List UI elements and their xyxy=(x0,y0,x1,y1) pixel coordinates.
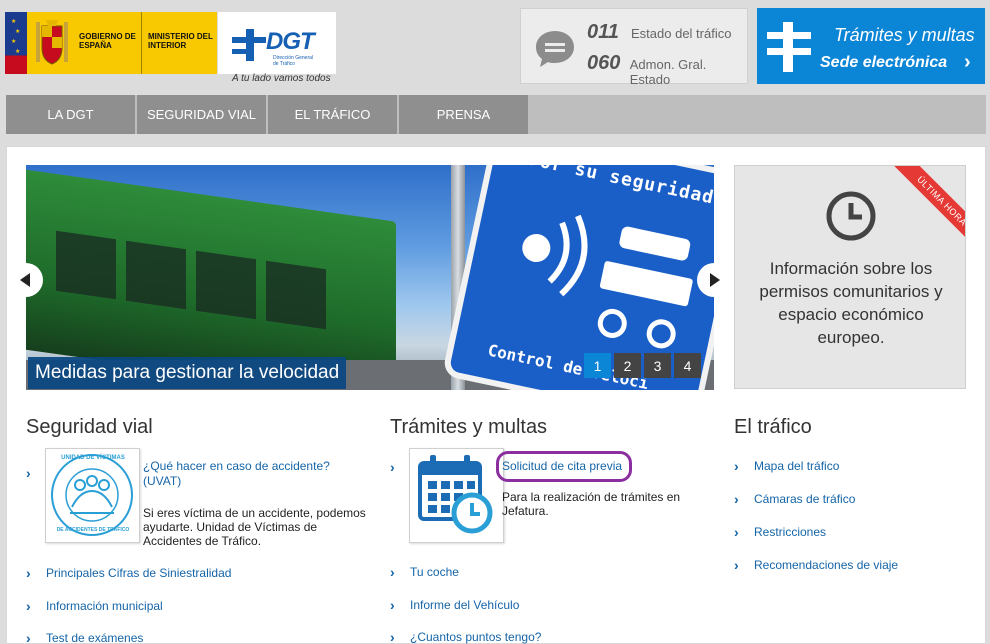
slider-next-button[interactable] xyxy=(697,263,731,297)
chevron-right-icon: › xyxy=(26,565,31,581)
main-nav: LA DGT SEGURIDAD VIAL EL TRÁFICO PRENSA xyxy=(6,95,986,134)
chevron-right-icon: › xyxy=(26,465,31,481)
nav-item-el-trafico[interactable]: EL TRÁFICO xyxy=(268,95,397,134)
arrow-right-icon xyxy=(710,273,720,287)
link-puntos[interactable]: ¿Cuantos puntos tengo? xyxy=(410,630,541,644)
chevron-right-icon: › xyxy=(964,51,971,73)
gobierno-logo[interactable]: ★ ★ ★ ★ GOBIERNO DE ESPAÑA MINISTERIO DEL … xyxy=(5,12,217,74)
phone-number: 060 xyxy=(587,52,621,74)
ministerio-label: MINISTERIO DEL INTERIOR xyxy=(141,12,217,74)
dgt-logo[interactable]: DGT Dirección General de Tráfico xyxy=(218,12,336,74)
highlight-annotation xyxy=(496,451,632,482)
chevron-right-icon: › xyxy=(390,564,395,580)
ultima-hora-box[interactable]: Información sobre los permisos comunitar… xyxy=(734,165,966,389)
hero-caption[interactable]: Medidas para gestionar la velocidad xyxy=(28,357,347,389)
coat-of-arms-icon xyxy=(27,12,77,74)
phone-row-011: 011 Estado del tráfico xyxy=(587,21,731,44)
badge-bottom-text: DE ACCIDENTES DE TRÁFICO xyxy=(56,527,130,533)
slogan: A tu lado vamos todos xyxy=(232,73,331,84)
chevron-right-icon: › xyxy=(734,557,739,573)
clock-icon xyxy=(826,191,876,241)
link-restricciones[interactable]: Restricciones xyxy=(754,525,826,539)
camera-vehicles-icon xyxy=(522,214,693,349)
section-title-tramites: Trámites y multas xyxy=(390,416,548,438)
calendar-clock-icon xyxy=(418,455,493,534)
gobierno-label: GOBIERNO DE ESPAÑA xyxy=(79,32,136,50)
slider-page-2[interactable]: 2 xyxy=(614,353,641,378)
arrow-left-icon xyxy=(20,273,30,287)
uvat-thumbnail[interactable]: UNIDAD DE VÍCTIMAS DE ACCIDENTES DE TRÁF… xyxy=(45,448,140,543)
sede-electronica-button[interactable]: Trámites y multas Sede electrónica › xyxy=(757,8,985,84)
chevron-right-icon: › xyxy=(734,491,739,507)
uvat-description: Si eres víctima de un accidente, podemos… xyxy=(143,506,366,548)
chevron-right-icon: › xyxy=(26,598,31,614)
link-cifras-siniestralidad[interactable]: Principales Cifras de Siniestralidad xyxy=(46,566,231,580)
phone-number: 011 xyxy=(587,21,619,43)
cita-previa-thumbnail[interactable] xyxy=(409,448,504,543)
nav-item-seguridad-vial[interactable]: SEGURIDAD VIAL xyxy=(137,95,266,134)
dgt-mark-icon xyxy=(232,29,266,61)
section-title-seguridad-vial: Seguridad vial xyxy=(26,416,153,438)
link-recomendaciones[interactable]: Recomendaciones de viaje xyxy=(754,558,898,572)
chat-bubble-icon xyxy=(536,31,574,67)
slider-page-1[interactable]: 1 xyxy=(584,353,611,378)
chevron-right-icon: › xyxy=(390,597,395,613)
link-test-examenes[interactable]: Test de exámenes xyxy=(46,631,143,644)
chevron-right-icon: › xyxy=(734,524,739,540)
sede-line1: Trámites y multas xyxy=(834,25,975,45)
link-informe-vehiculo[interactable]: Informe del Vehículo xyxy=(410,598,519,612)
slider-pagination: 1 2 3 4 xyxy=(584,353,704,378)
slider-page-3[interactable]: 3 xyxy=(644,353,671,378)
dgt-title: DGT xyxy=(266,28,315,55)
phone-label: Admon. Gral. Estado xyxy=(629,57,707,87)
cita-previa-description: Para la realización de trámites en Jefat… xyxy=(502,490,681,518)
nav-item-la-dgt[interactable]: LA DGT xyxy=(6,95,135,134)
link-informacion-municipal[interactable]: Información municipal xyxy=(46,599,163,613)
sede-cross-icon xyxy=(767,22,811,72)
nav-item-prensa[interactable]: PRENSA xyxy=(399,95,528,134)
link-camaras-trafico[interactable]: Cámaras de tráfico xyxy=(754,492,855,506)
dgt-subtitle: Dirección General de Tráfico xyxy=(273,55,314,67)
ultima-hora-ribbon: ÚLTIMA HORA xyxy=(893,166,965,250)
sede-line2: Sede electrónica xyxy=(820,54,948,71)
phone-label: Estado del tráfico xyxy=(631,26,732,41)
phone-row-060: 060 Admon. Gral. Estado xyxy=(587,52,747,87)
badge-top-text: UNIDAD DE VÍCTIMAS xyxy=(61,455,125,461)
chevron-right-icon: › xyxy=(390,629,395,644)
slider-prev-button[interactable] xyxy=(9,263,43,297)
link-tu-coche[interactable]: Tu coche xyxy=(410,565,459,579)
phone-info-box: 011 Estado del tráfico 060 Admon. Gral. … xyxy=(520,8,748,87)
news-text: Información sobre los permisos comunitar… xyxy=(759,259,943,347)
eu-flag-icon: ★ ★ ★ ★ xyxy=(5,12,27,74)
section-title-trafico: El tráfico xyxy=(734,416,812,438)
chevron-right-icon: › xyxy=(26,630,31,644)
link-mapa-trafico[interactable]: Mapa del tráfico xyxy=(754,459,839,473)
slider-page-4[interactable]: 4 xyxy=(674,353,701,378)
chevron-right-icon: › xyxy=(734,458,739,474)
chevron-right-icon: › xyxy=(390,459,395,475)
uvat-link[interactable]: ¿Qué hacer en caso de accidente? (UVAT) xyxy=(143,459,353,489)
